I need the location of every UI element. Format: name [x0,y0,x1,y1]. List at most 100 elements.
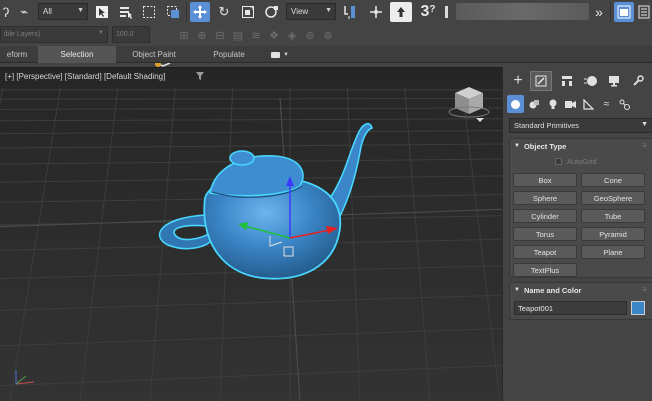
rollout-grip-icon: ≡ [642,285,647,294]
geosphere-button-label: GeoSphere [593,193,633,203]
perspective-viewport[interactable]: [+] [Perspective] [Standard] [Default Sh… [0,67,502,401]
selection-filter-value: All [43,7,52,16]
ribbon-options-button[interactable]: ▼ [266,46,294,63]
grid-line [0,98,502,100]
autogrid-label: AutoGrid [567,157,597,166]
snaps-toggle-icon[interactable]: 3? [416,2,440,22]
sphere-button-label: Sphere [532,193,558,203]
add-to-layer-icon[interactable]: ⊕ [194,27,210,43]
align-icon[interactable] [636,2,652,22]
cameras-icon[interactable] [562,95,579,113]
rollout-grip-icon: ≡ [642,141,647,150]
ribbon-tab-object-paint[interactable]: Object Paint [116,46,192,63]
viewport-scene [0,68,502,401]
main-toolbar: ʔ ⌁ All ▼ ↻ View ▼ 3? » [0,0,652,24]
set-current-layer-icon[interactable]: ▤ [230,27,246,43]
torus-button[interactable]: Torus [513,227,577,241]
primitive-category-dropdown[interactable]: Standard Primitives ▼ [509,118,652,133]
select-in-layer-icon[interactable]: ⊟ [212,27,228,43]
modify-tab-icon[interactable] [530,71,552,91]
box-button[interactable]: Box [513,173,577,187]
cylinder-button[interactable]: Cylinder [513,209,577,223]
ribbon-tab-freeform[interactable]: eform [0,46,34,63]
hide-layer-icon[interactable]: ◈ [284,27,300,43]
bind-space-warp-icon[interactable]: ⌁ [14,2,34,22]
object-type-rollout: ▼ Object Type ≡ AutoGrid Box Cone Sphere… [509,138,652,278]
freeze-layer-icon[interactable]: ❖ [266,27,282,43]
name-and-color-header[interactable]: ▼ Name and Color ≡ [510,283,652,297]
spinner-field[interactable]: 100.0 [112,26,150,43]
hierarchy-tab-icon[interactable] [556,71,578,91]
chevron-down-icon: ▼ [77,7,84,14]
textplus-button-label: TextPlus [530,265,560,275]
cone-button-label: Cone [604,175,622,185]
systems-icon[interactable] [616,95,633,113]
primitive-category-value: Standard Primitives [514,121,580,130]
textplus-button[interactable]: TextPlus [513,263,577,277]
new-layer-icon[interactable]: ⊞ [176,27,192,43]
window-crossing-icon[interactable] [163,2,183,22]
viewport-label-menu[interactable]: [+] [Perspective] [Standard] [Default Sh… [5,72,165,81]
motion-tab-icon[interactable] [580,71,602,91]
toolbar-divider [186,2,187,22]
select-and-rotate-icon[interactable]: ↻ [214,2,234,22]
snaps-toggle-question: ? [429,3,436,15]
autogrid-checkbox[interactable]: AutoGrid [555,157,597,166]
command-panel: + ≈ Standard Primitives ▼ ▼ Object Type … [502,67,652,401]
chevron-down-icon: ▼ [641,121,648,128]
double-chevron-right-icon[interactable]: » [590,2,608,22]
link-icon[interactable]: ʔ [0,2,12,22]
geometry-sphere-icon[interactable] [507,95,524,113]
percent-snap-icon[interactable] [441,2,453,22]
layer-dropdown[interactable]: ible Layers) ▼ [0,26,108,43]
select-and-move-icon[interactable] [190,2,210,22]
mirror-icon[interactable] [614,2,634,22]
rectangular-selection-region-icon[interactable] [139,2,159,22]
spinner-value: 100.0 [116,31,134,38]
pyramid-button[interactable]: Pyramid [581,227,645,241]
lights-bulb-icon[interactable] [544,95,561,113]
utilities-wrench-icon[interactable] [627,71,649,91]
geosphere-button[interactable]: GeoSphere [581,191,645,205]
helpers-icon[interactable] [580,95,597,113]
select-by-name-icon[interactable] [116,2,136,22]
cone-button[interactable]: Cone [581,173,645,187]
object-name-input[interactable]: Teapot001 [514,301,627,315]
pivot-point-center-icon[interactable] [340,2,360,22]
layer-stack-icon[interactable]: ≋ [248,27,264,43]
select-and-scale-icon[interactable] [238,2,258,22]
chevron-down-icon: ▼ [98,30,104,36]
select-and-manipulate-icon[interactable] [366,2,386,22]
select-and-place-icon[interactable] [262,2,282,22]
object-color-swatch[interactable] [631,301,645,315]
torus-button-label: Torus [535,229,555,239]
render-layer-icon[interactable]: ⊚ [302,27,318,43]
plane-button[interactable]: Plane [581,245,645,259]
tube-button[interactable]: Tube [581,209,645,223]
toggle-layer-icon[interactable]: ⊛ [320,27,336,43]
object-type-title: Object Type [523,141,567,151]
ribbon-tab-selection[interactable]: Selection [38,46,116,63]
plane-button-label: Plane [603,247,623,257]
display-tab-icon[interactable] [603,71,625,91]
keyboard-shortcut-override-icon[interactable] [390,2,412,22]
space-warps-icon[interactable]: ≈ [598,95,615,113]
cylinder-button-label: Cylinder [531,211,559,221]
shapes-icon[interactable] [526,95,543,113]
select-object-icon[interactable] [92,2,112,22]
create-tab-plus-icon[interactable]: + [507,71,529,91]
ribbon-tab-populate[interactable]: Populate [192,46,266,63]
pyramid-button-label: Pyramid [599,229,627,239]
teapot-button[interactable]: Teapot [513,245,577,259]
box-button-label: Box [538,175,552,185]
toolbar-divider [610,2,611,22]
reference-coordinate-dropdown[interactable]: View ▼ [286,3,336,20]
chevron-down-icon: ▼ [283,51,289,58]
selection-filter-dropdown[interactable]: All ▼ [38,3,88,20]
object-type-header[interactable]: ▼ Object Type ≡ [510,139,652,153]
named-selection-sets-field[interactable] [456,3,589,20]
viewport-filter-icon[interactable] [195,71,205,83]
name-and-color-title: Name and Color [523,285,582,295]
sphere-button[interactable]: Sphere [513,191,577,205]
tube-button-label: Tube [604,211,622,221]
